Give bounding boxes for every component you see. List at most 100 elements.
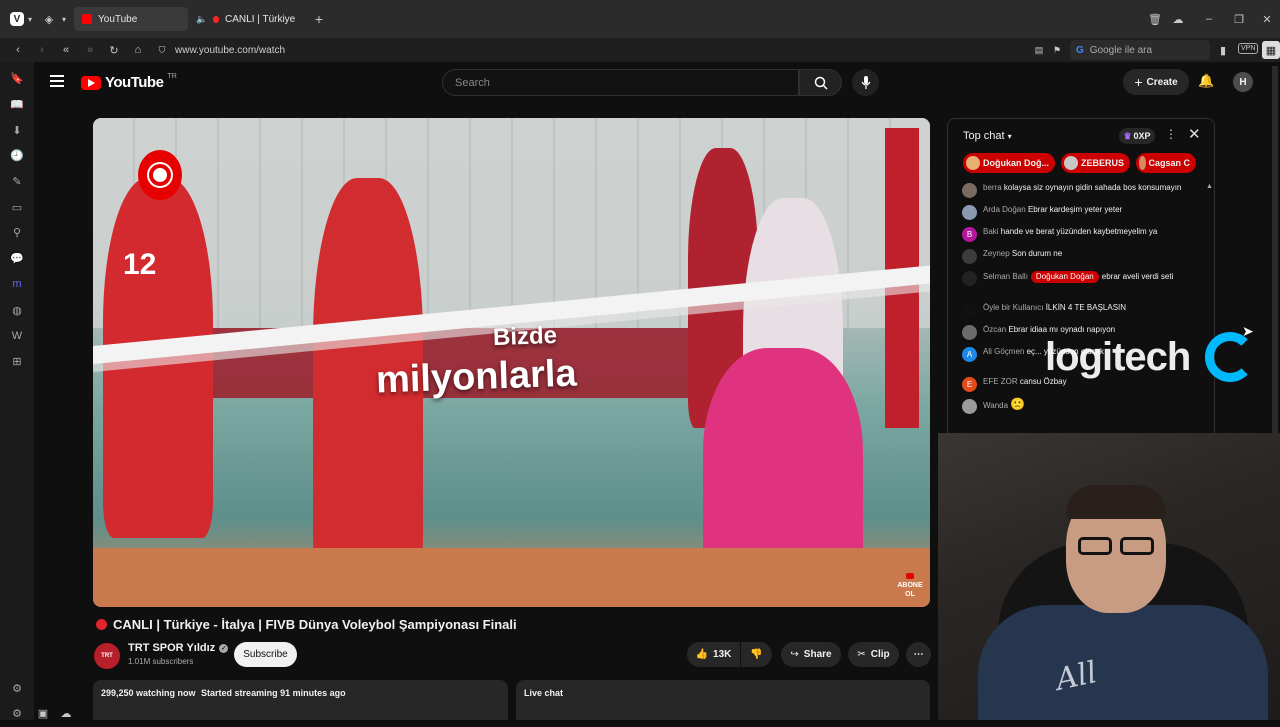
- ticker-item[interactable]: Doğukan Doğ...: [963, 153, 1055, 173]
- menu-icon[interactable]: [50, 75, 64, 87]
- chat-author: Baki: [983, 227, 999, 236]
- chat-scroll-up-icon[interactable]: ▲: [1206, 183, 1213, 190]
- reader-icon[interactable]: ▤: [1030, 41, 1048, 59]
- scissors-icon: ✂: [857, 649, 866, 660]
- chat-message[interactable]: Zeynep Son durum ne: [962, 249, 1212, 271]
- tiling-icon[interactable]: ▣: [34, 704, 52, 722]
- description-box[interactable]: 299,250 watching now Started streaming 9…: [93, 680, 508, 720]
- subscribe-button[interactable]: Subscribe: [234, 642, 297, 667]
- chat-icon[interactable]: 💬: [0, 246, 34, 272]
- restore-icon[interactable]: ❐: [1230, 10, 1248, 28]
- close-icon[interactable]: ✕: [1258, 10, 1276, 28]
- chat-message[interactable]: B Baki hande ve berat yüzünden kaybetmey…: [962, 227, 1212, 249]
- like-button[interactable]: 👍 13K: [687, 642, 740, 667]
- share-label: Share: [803, 649, 832, 660]
- chat-message[interactable]: Öyle bir Kullanıcı İLKİN 4 TE BAŞLASIN: [962, 303, 1212, 325]
- plus-icon: +: [1134, 74, 1143, 90]
- reload-icon[interactable]: ↻: [105, 41, 123, 59]
- vivaldi-menu-icon[interactable]: V: [10, 12, 24, 26]
- forward-icon[interactable]: ›: [33, 41, 51, 59]
- create-button[interactable]: + Create: [1123, 69, 1189, 95]
- channel-avatar[interactable]: TRT: [94, 643, 120, 669]
- web-search-field[interactable]: G Google ile ara: [1070, 40, 1210, 60]
- chevron-down-icon[interactable]: ▾: [58, 10, 70, 28]
- bookmarks-icon[interactable]: 🔖: [0, 66, 34, 92]
- gear-icon[interactable]: ⚙: [0, 701, 34, 727]
- rewind-icon[interactable]: «: [57, 41, 75, 59]
- more-vertical-icon[interactable]: ⋮: [1165, 127, 1177, 141]
- search-input[interactable]: Search: [442, 69, 799, 96]
- clip-button[interactable]: ✂ Clip: [848, 642, 899, 667]
- chat-avatar: [962, 183, 977, 198]
- history-icon[interactable]: 🕘: [0, 143, 34, 169]
- live-chat-toggle[interactable]: Live chat: [516, 680, 930, 720]
- chat-message[interactable]: Wanda 🙁: [962, 398, 1212, 421]
- wikipedia-icon[interactable]: W: [0, 323, 34, 349]
- mastodon-icon[interactable]: m: [0, 272, 34, 298]
- video-title: CANLI | Türkiye - İtalya | FIVB Dünya Vo…: [96, 617, 517, 632]
- extension-icon[interactable]: ▮: [1214, 41, 1232, 59]
- more-actions-button[interactable]: ⋯: [906, 642, 931, 667]
- globe-icon[interactable]: ◍: [0, 297, 34, 323]
- tab-youtube[interactable]: YouTube: [74, 7, 188, 31]
- voice-search-button[interactable]: [852, 69, 879, 96]
- chevron-down-icon[interactable]: ▾: [24, 10, 36, 28]
- chat-text: Ebrar idiaa mı oynadı napıyon: [1008, 325, 1116, 334]
- vpn-badge[interactable]: VPN: [1238, 43, 1259, 54]
- window-panel-icon[interactable]: ▭: [0, 194, 34, 220]
- settings-icon[interactable]: ⚙: [0, 676, 34, 702]
- notifications-bell-icon[interactable]: 🔔: [1198, 73, 1214, 89]
- add-panel-icon[interactable]: ⊞: [0, 349, 34, 375]
- tab-stack-icon[interactable]: ◈: [40, 10, 58, 28]
- ticker-avatar: [966, 156, 980, 170]
- ticker-item[interactable]: Cagsan C: [1136, 153, 1197, 173]
- chat-author: Selman Ballı: [983, 272, 1028, 281]
- url-field[interactable]: www.youtube.com/watch: [175, 45, 285, 56]
- minimize-icon[interactable]: –: [1200, 10, 1218, 28]
- chat-mode-selector[interactable]: Top chat ▾: [963, 130, 1012, 142]
- video-player[interactable]: 12 Bizde milyonlarla ABONE OL: [93, 118, 930, 607]
- share-button[interactable]: ↪ Share: [781, 642, 841, 667]
- chat-message[interactable]: Arda Doğan Ebrar kardeşim yeter yeter: [962, 205, 1212, 227]
- chat-avatar: E: [962, 377, 977, 392]
- sync-cloud-icon[interactable]: ☁: [57, 704, 75, 722]
- address-bar: ‹ › « » ↻ ⌂ ⛉ www.youtube.com/watch ▤ ⚑ …: [0, 38, 1280, 62]
- profile-icon[interactable]: ▦: [1262, 41, 1280, 59]
- cloud-icon[interactable]: ☁: [1169, 10, 1187, 28]
- account-avatar[interactable]: H: [1233, 72, 1253, 92]
- plus-icon[interactable]: +: [310, 10, 328, 28]
- bookmark-icon[interactable]: ⚑: [1048, 41, 1066, 59]
- close-icon[interactable]: ✕: [1188, 125, 1201, 143]
- search-button[interactable]: [799, 69, 842, 96]
- ticker-item[interactable]: ZEBERUS: [1061, 153, 1131, 173]
- chat-text: Ebrar kardeşim yeter yeter: [1027, 205, 1123, 214]
- chat-message[interactable]: berra kolaysa siz oynayın gidin sahada b…: [962, 183, 1212, 205]
- notes-icon[interactable]: ✎: [0, 169, 34, 195]
- video-overlay-line1: Bizde: [492, 321, 558, 352]
- tab-label: YouTube: [98, 13, 138, 25]
- chat-author: Arda Doğan: [983, 205, 1026, 214]
- xp-badge[interactable]: ♛ 0XP: [1119, 128, 1155, 144]
- dislike-button[interactable]: 👎: [741, 642, 772, 667]
- chat-message[interactable]: Selman Ballı Doğukan Doğan ebrar aveli ver…: [962, 271, 1212, 303]
- downloads-icon[interactable]: ⬇: [0, 117, 34, 143]
- subscribe-watermark[interactable]: ABONE OL: [895, 573, 925, 599]
- chat-avatar: [962, 249, 977, 264]
- chat-mention[interactable]: Doğukan Doğan: [1030, 271, 1099, 283]
- chat-author: berra: [983, 183, 1002, 192]
- translate-icon[interactable]: ⚲: [0, 220, 34, 246]
- chat-message[interactable]: E EFE ZOR cansu Özbay: [962, 377, 1212, 399]
- vodafone-logo: [138, 150, 182, 200]
- home-icon[interactable]: ⌂: [129, 41, 147, 59]
- trash-icon[interactable]: 🗑: [1146, 10, 1164, 28]
- tab-live-stream[interactable]: 🔈 CANLI | Türkiye - İtalya |: [188, 7, 306, 31]
- xp-value: 0XP: [1133, 131, 1151, 141]
- fast-forward-icon[interactable]: »: [81, 41, 99, 59]
- site-security-icon[interactable]: ⛉: [153, 41, 171, 59]
- channel-name[interactable]: TRT SPOR Yıldız ✓: [128, 642, 229, 654]
- youtube-logo[interactable]: YouTube TR: [81, 73, 177, 91]
- speaker-icon: 🔈: [196, 13, 208, 24]
- reading-list-icon[interactable]: 📖: [0, 92, 34, 118]
- back-icon[interactable]: ‹: [9, 41, 27, 59]
- country-code: TR: [167, 73, 177, 80]
